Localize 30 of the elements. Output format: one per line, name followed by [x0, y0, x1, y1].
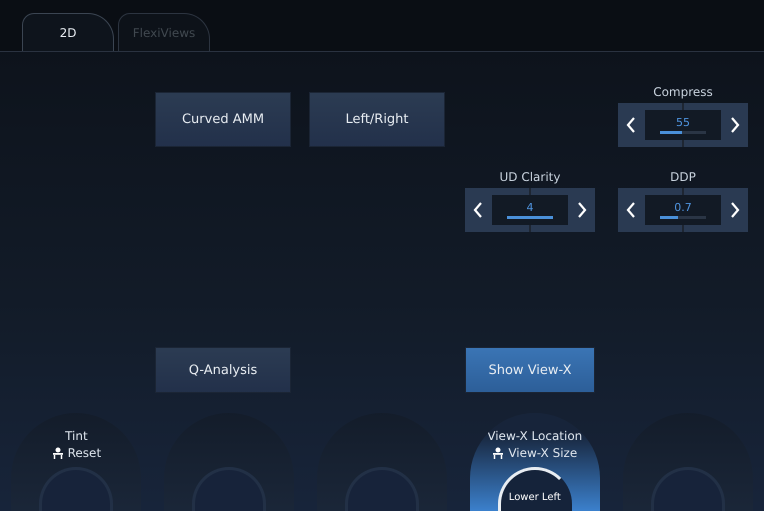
chevron-left-icon[interactable]	[626, 202, 636, 218]
mode-button[interactable]: Q-Analysis	[155, 347, 291, 393]
value-spinner[interactable]: 55	[618, 103, 748, 147]
spinner-value: 4	[526, 202, 534, 214]
chevron-right-icon[interactable]	[730, 117, 740, 133]
push-knob-icon	[52, 447, 64, 459]
knob-sublabel: Reset	[52, 446, 102, 460]
value-spinner[interactable]: 0.7	[618, 188, 748, 232]
chevron-right-icon[interactable]	[730, 202, 740, 218]
spinner-value: 55	[676, 116, 690, 128]
chevron-right-icon[interactable]	[577, 202, 587, 218]
mode-button[interactable]: Curved AMM	[155, 92, 291, 147]
spinner-value: 0.7	[674, 202, 692, 214]
knob-sublabel: View-X Size	[492, 446, 578, 460]
spinner-label: UD Clarity	[500, 170, 560, 184]
rotary-knob[interactable]: Lower Left	[498, 467, 572, 511]
mode-button[interactable]: Show View-X	[465, 347, 595, 393]
spinner-label: DDP	[670, 170, 696, 184]
knob-label: View-X Location	[487, 429, 582, 443]
knob-panel[interactable]: View-X Location View-X Size Lower Left	[470, 413, 600, 511]
push-knob-icon	[492, 447, 504, 459]
value-spinner[interactable]: 4	[465, 188, 595, 232]
knob-value: Lower Left	[508, 492, 561, 503]
knob-panel[interactable]: Tint Reset	[11, 413, 142, 511]
chevron-left-icon[interactable]	[473, 202, 483, 218]
mode-button[interactable]: Left/Right	[309, 92, 445, 147]
tab[interactable]: 2D	[22, 13, 114, 51]
chevron-left-icon[interactable]	[626, 117, 636, 133]
spinner-label: Compress	[653, 85, 713, 99]
knob-label: Tint	[65, 429, 88, 443]
